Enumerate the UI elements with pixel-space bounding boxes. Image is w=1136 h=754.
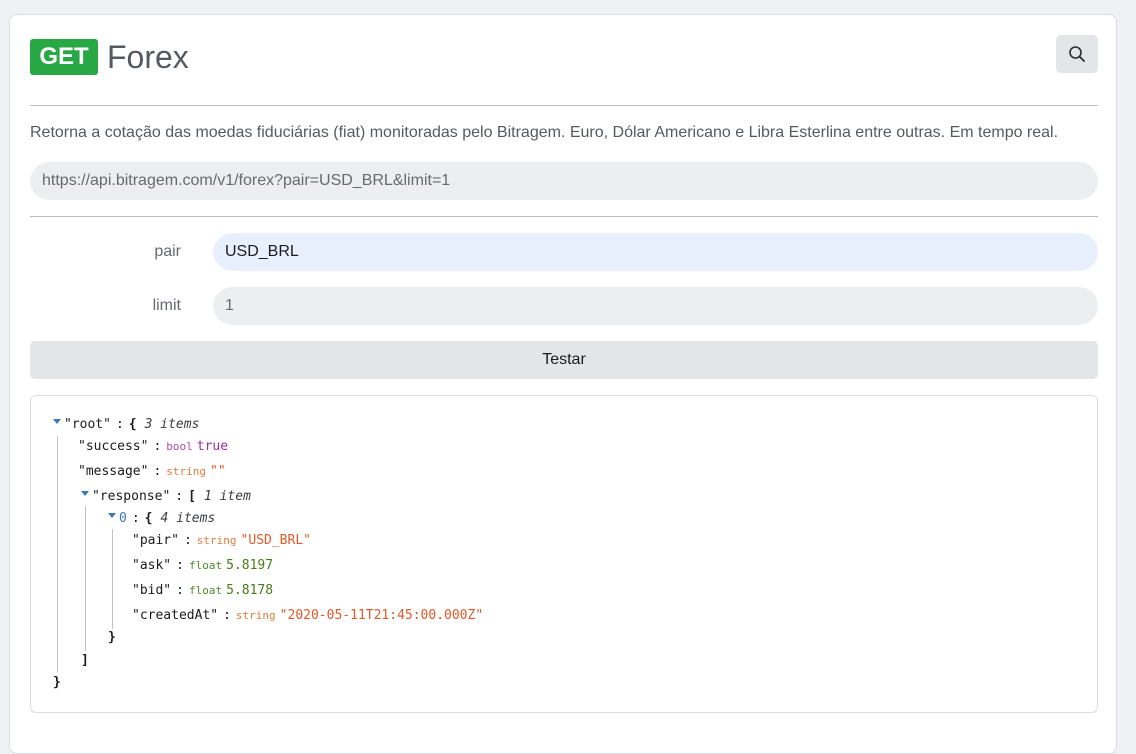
params-divider: [30, 216, 1098, 217]
method-badge: GET: [30, 39, 98, 75]
json-node-success: "success": bool true: [78, 439, 229, 454]
json-node-pair: "pair": string "USD_BRL": [132, 533, 311, 548]
param-label-limit: limit: [152, 297, 181, 314]
tree-guide-response: [85, 506, 86, 651]
json-node-bid: "bid": float 5.8178: [132, 583, 274, 598]
tree-guide-root: [57, 436, 58, 672]
param-input-pair[interactable]: [213, 233, 1098, 271]
json-close-root: }: [53, 675, 61, 690]
search-icon: [1069, 46, 1085, 62]
request-url[interactable]: https://api.bitragem.com/v1/forex?pair=U…: [30, 162, 1098, 200]
json-node-response[interactable]: "response":[1 item: [81, 488, 251, 506]
json-node-item-0[interactable]: 0:{4 items: [108, 510, 215, 528]
json-close-response: ]: [81, 653, 89, 668]
endpoint-title: Forex: [107, 39, 189, 75]
endpoint-description: Retorna a cotação das moedas fiduciárias…: [30, 124, 1059, 141]
header-divider: [30, 105, 1098, 106]
collapse-caret-icon[interactable]: [81, 491, 89, 496]
json-node-createdAt: "createdAt": string "2020-05-11T21:45:00.0…: [132, 608, 484, 623]
json-node-root[interactable]: "root":{3 items: [53, 416, 199, 434]
search-button[interactable]: [1056, 35, 1098, 73]
param-input-limit[interactable]: [213, 287, 1098, 325]
collapse-caret-icon[interactable]: [53, 419, 61, 424]
test-button[interactable]: Testar: [30, 341, 1098, 379]
json-node-message: "message": string "": [78, 464, 226, 479]
tree-guide-item0: [112, 529, 113, 629]
param-label-pair: pair: [154, 243, 181, 260]
json-close-item-0: }: [108, 630, 116, 645]
endpoint-card: GET Forex Retorna a cotação das moedas f…: [9, 14, 1117, 754]
collapse-caret-icon[interactable]: [108, 513, 116, 518]
json-response-viewer: "root":{3 items "success": bool true "mess…: [30, 395, 1098, 713]
json-node-ask: "ask": float 5.8197: [132, 558, 274, 573]
endpoint-header: GET Forex: [30, 39, 189, 75]
